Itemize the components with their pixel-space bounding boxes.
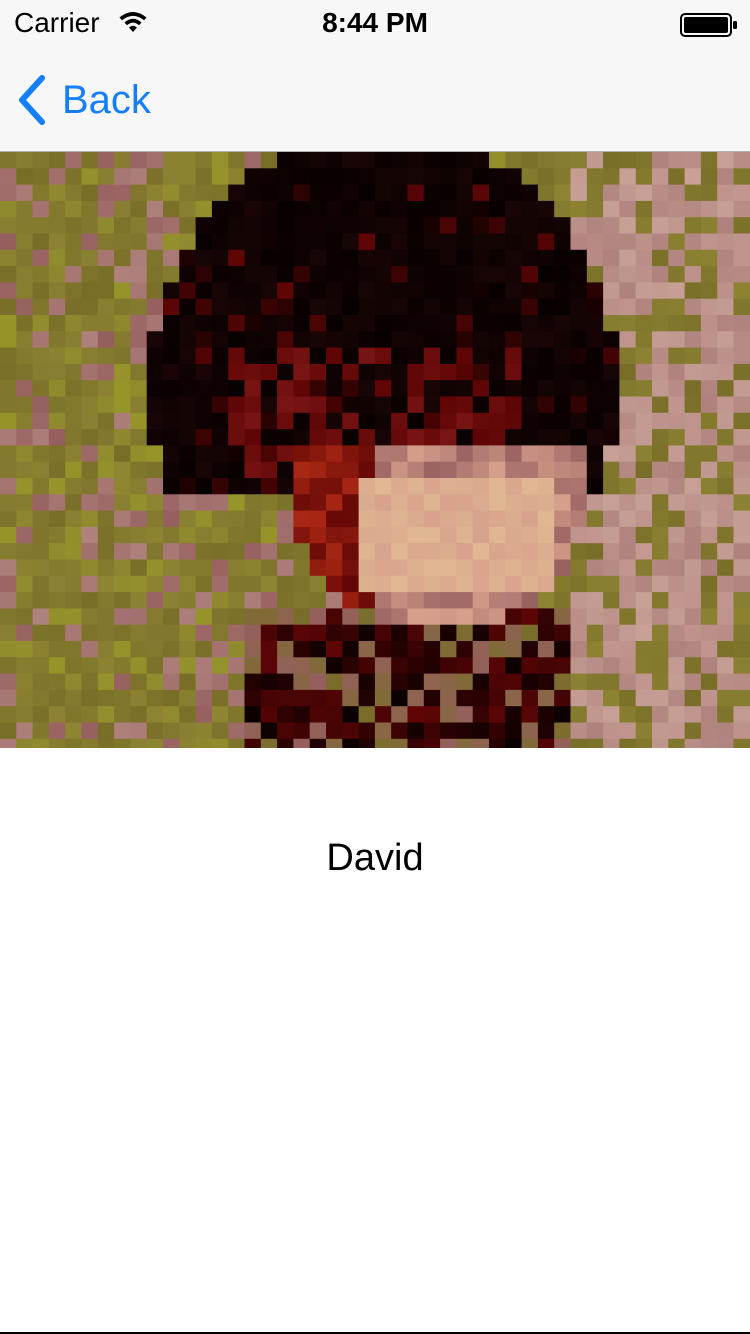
screen: Carrier 8:44 PM Back David — [0, 0, 750, 1334]
status-bar: Carrier 8:44 PM — [0, 0, 750, 40]
navigation-bar: Back — [0, 40, 750, 152]
person-name: David — [326, 837, 424, 879]
back-button[interactable]: Back — [14, 72, 151, 128]
profile-photo — [0, 152, 750, 748]
back-label: Back — [62, 78, 151, 122]
pixelated-portrait-photo — [0, 152, 750, 748]
status-time: 8:44 PM — [322, 7, 428, 38]
battery-icon — [680, 13, 737, 37]
chevron-left-icon — [19, 75, 45, 125]
